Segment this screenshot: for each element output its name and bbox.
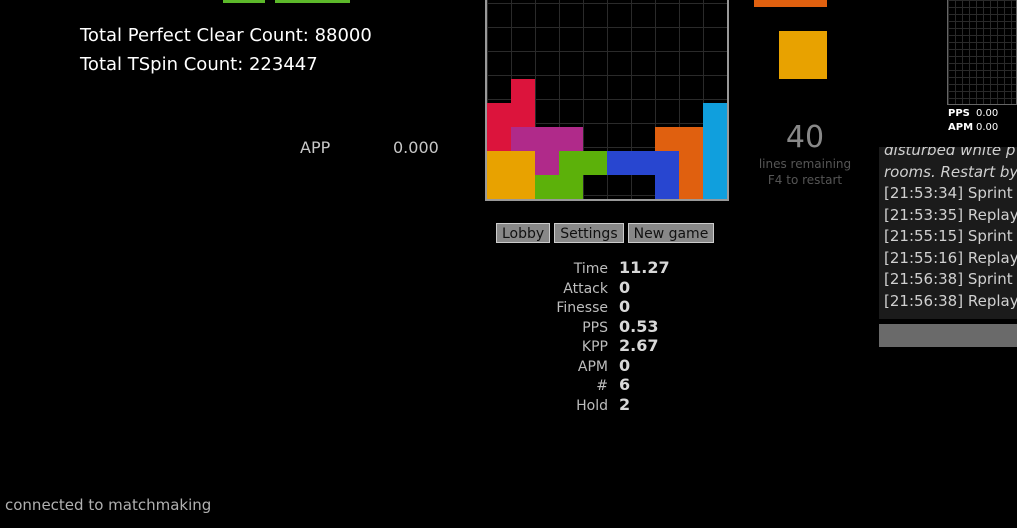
lines-remaining-count: 40 <box>785 120 825 155</box>
lines-remaining-label: lines remaining <box>758 157 852 171</box>
stat-value: 6 <box>619 375 631 394</box>
chat-message: [21:56:38] Sprint t <box>884 270 1017 288</box>
mini-stats: PPS 0.00 APM 0.00 <box>948 107 998 135</box>
block-cyan <box>703 103 727 127</box>
chat-message: [21:55:15] Sprint ti <box>884 227 1017 245</box>
block-green <box>535 175 559 199</box>
block-blue <box>631 151 655 175</box>
stat-label: APM <box>577 358 608 375</box>
block-orange <box>655 127 679 151</box>
stat-label: Hold <box>576 397 608 414</box>
stat-value: 2.67 <box>619 336 659 355</box>
stat-row-time: Time 11.27 <box>520 258 670 278</box>
new-game-button[interactable]: New game <box>627 223 715 243</box>
lobby-button[interactable]: Lobby <box>496 223 551 243</box>
app-value: 0.000 <box>393 138 439 157</box>
chat-log[interactable]: disturbed white p rooms. Restart by [21:… <box>879 147 1017 319</box>
opponent-mini-board <box>947 0 1017 105</box>
mini-pps-value: 0.00 <box>976 108 999 119</box>
chat-message: [21:53:35] Replay <box>884 205 1017 224</box>
block-green <box>559 151 583 175</box>
green-bar-left <box>223 0 265 3</box>
settings-button[interactable]: Settings <box>554 223 624 243</box>
next-piece-yellow <box>779 31 827 79</box>
block-orange <box>679 151 703 175</box>
stat-row-kpp: KPP 2.67 <box>520 336 670 356</box>
stat-row-pieces: # 6 <box>520 375 670 395</box>
connection-status: connected to matchmaking <box>5 496 212 514</box>
block-orange <box>679 127 703 151</box>
stat-value: 2 <box>619 394 631 414</box>
stat-label: PPS <box>582 319 608 336</box>
block-red <box>487 127 511 151</box>
block-yellow <box>511 151 535 175</box>
tspin-count: Total TSpin Count: 223447 <box>80 54 318 75</box>
block-red <box>511 79 535 103</box>
stat-value: 11.27 <box>619 258 670 277</box>
stat-row-apm: APM 0 <box>520 356 670 376</box>
game-board <box>485 0 729 201</box>
block-yellow <box>487 151 511 175</box>
stat-label: Finesse <box>556 300 608 316</box>
app-label: APP <box>300 138 331 157</box>
stat-value: 0 <box>619 355 631 375</box>
chat-system-line: rooms. Restart by <box>884 162 1017 181</box>
stat-value: 0.53 <box>619 316 659 336</box>
stat-label: Time <box>573 261 608 277</box>
block-magenta <box>511 127 535 151</box>
chat-input[interactable] <box>879 324 1017 347</box>
block-magenta <box>535 151 559 175</box>
stat-label: # <box>596 378 608 394</box>
block-cyan <box>703 151 727 175</box>
chat-message: [21:53:34] Sprint t <box>884 184 1017 202</box>
block-yellow <box>487 175 511 199</box>
restart-hint: F4 to restart <box>767 173 843 187</box>
chat-system-line: disturbed white p <box>884 147 1016 159</box>
stats-panel: Time 11.27 Attack 0 Finesse 0 PPS 0.53 K… <box>520 258 670 415</box>
game-buttons: Lobby Settings New game <box>496 223 715 243</box>
block-cyan <box>703 175 727 199</box>
block-blue <box>607 151 631 175</box>
block-blue <box>655 151 679 175</box>
totals-panel: Total Perfect Clear Count: 88000 Total T… <box>80 21 372 79</box>
stat-row-hold: Hold 2 <box>520 395 670 415</box>
block-red <box>487 103 511 127</box>
stat-label: Attack <box>563 280 608 297</box>
block-blue <box>655 175 679 199</box>
block-magenta <box>559 127 583 151</box>
chat-message: [21:56:38] Replay <box>884 291 1017 310</box>
stat-value: 0 <box>619 297 631 316</box>
block-magenta <box>535 127 559 151</box>
next-piece-orange <box>754 0 827 7</box>
block-green <box>583 151 607 175</box>
chat-message: [21:55:16] Replay a <box>884 248 1017 267</box>
green-bar-right <box>275 0 350 3</box>
block-green <box>559 175 583 199</box>
stat-row-attack: Attack 0 <box>520 278 670 298</box>
lines-remaining-text: lines remaining F4 to restart <box>755 156 855 188</box>
stat-row-pps: PPS 0.53 <box>520 317 670 337</box>
block-yellow <box>511 175 535 199</box>
perfect-clear-count: Total Perfect Clear Count: 88000 <box>80 25 372 46</box>
stat-label: KPP <box>581 339 608 355</box>
block-cyan <box>703 127 727 151</box>
mini-apm-label: APM <box>948 122 974 133</box>
block-red <box>511 103 535 127</box>
mini-apm-value: 0.00 <box>976 122 999 133</box>
mini-pps-label: PPS <box>948 108 970 119</box>
stat-row-finesse: Finesse 0 <box>520 297 670 317</box>
stat-value: 0 <box>619 277 631 297</box>
block-orange <box>679 175 703 199</box>
